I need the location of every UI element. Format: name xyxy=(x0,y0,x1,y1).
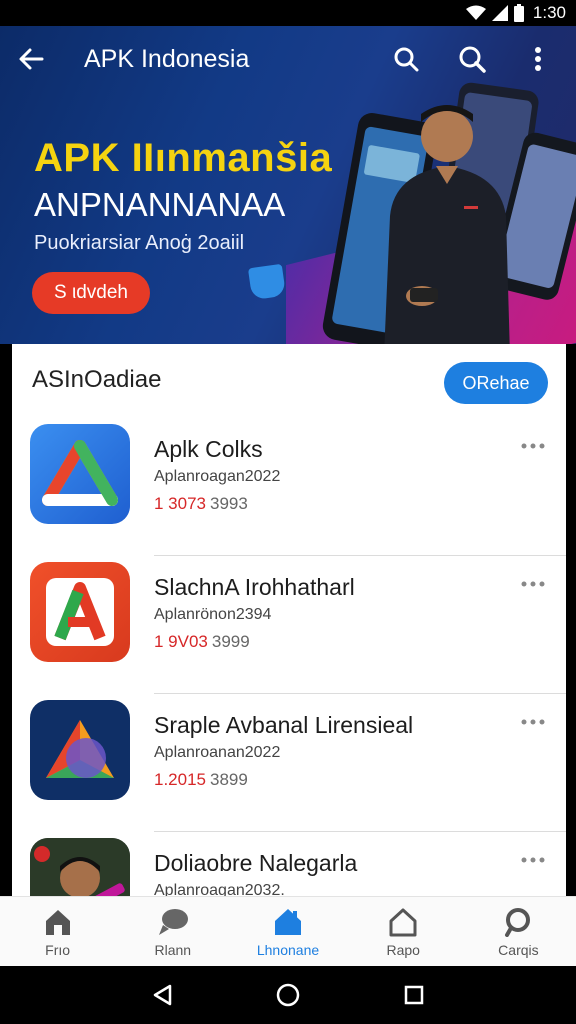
more-horizontal-icon xyxy=(521,719,545,725)
hero-tagline: Puokriarsiar Anoġ 2oaiil xyxy=(34,232,245,254)
hero-subtitle: ANPNANNANAA xyxy=(34,186,286,223)
wifi-icon xyxy=(465,5,486,20)
hero-banner: APK Indonesia APK IIınmanšia ANPNANNANAA… xyxy=(0,26,576,344)
app-name: SlachnA Irohhatharl xyxy=(154,574,355,600)
bottom-navigation: Frıo Rlann Lhnonane Rapo Carqis xyxy=(0,896,576,966)
back-button[interactable] xyxy=(0,26,62,92)
more-horizontal-button[interactable] xyxy=(516,710,550,734)
nav-item-search[interactable]: Carqis xyxy=(461,897,576,966)
app-count: 3999 xyxy=(211,632,250,651)
app-subtitle: Aplanroagan2022 xyxy=(154,468,281,485)
more-horizontal-icon xyxy=(521,443,545,449)
app-bar-actions xyxy=(380,33,576,85)
home-icon xyxy=(42,906,74,938)
house-outline-icon xyxy=(387,906,419,938)
nav-label: Lhnonane xyxy=(256,941,320,958)
list-item[interactable]: Aplk Colks Aplanroagan2022 1 3073 3993 xyxy=(12,418,566,556)
app-stats: 1.2015 3899 xyxy=(154,770,248,790)
app-count: 3899 xyxy=(210,770,248,789)
section-header: ASInOadiae ORehae xyxy=(12,344,566,418)
signal-icon xyxy=(491,5,508,21)
colorful-triangle-icon xyxy=(30,700,130,800)
chat-bubble-icon xyxy=(157,906,189,938)
red-a-letter-icon xyxy=(30,562,130,662)
app-rank: 1 9V03 xyxy=(154,632,208,651)
recents-square-icon[interactable] xyxy=(403,984,425,1006)
search-icon xyxy=(394,47,419,72)
status-bar: 1:30 xyxy=(0,0,576,26)
nav-item-house[interactable]: Rapo xyxy=(346,897,461,966)
back-triangle-icon[interactable] xyxy=(151,983,173,1007)
more-horizontal-button[interactable] xyxy=(516,848,550,872)
app-list-panel: ASInOadiae ORehae Aplk Colks Aplanroagan… xyxy=(12,344,566,938)
status-icons xyxy=(465,4,525,22)
drive-triangle-icon xyxy=(30,424,130,524)
hero-cta-button[interactable]: S ιdvdeh xyxy=(32,272,150,314)
more-vertical-icon xyxy=(535,47,541,71)
app-stats: 1 3073 3993 xyxy=(154,494,248,514)
app-stats: 1 9V03 3999 xyxy=(154,632,250,652)
app-name: Aplk Colks xyxy=(154,436,263,462)
app-subtitle: Aplanrönon2394 xyxy=(154,606,272,623)
nav-label: Rapo xyxy=(386,941,420,958)
search-bubble-icon xyxy=(502,906,534,938)
nav-label: Rlann xyxy=(154,941,192,958)
battery-icon xyxy=(513,4,524,22)
more-options-button[interactable] xyxy=(512,33,564,85)
app-title: APK Indonesia xyxy=(84,44,250,73)
hero-title: APK IIınmanšia xyxy=(34,136,333,180)
hero-accent-chip xyxy=(247,263,287,301)
app-subtitle: Aplanroanan2022 xyxy=(154,744,281,761)
list-item[interactable]: SlachnA Irohhatharl Aplanrönon2394 1 9V0… xyxy=(12,556,566,694)
nav-item-home[interactable]: Frıo xyxy=(0,897,115,966)
search-alt-button[interactable] xyxy=(446,33,498,85)
status-time: 1:30 xyxy=(532,3,566,22)
nav-item-chat[interactable]: Rlann xyxy=(115,897,230,966)
app-name: Sraple Avbanal Lirensieal xyxy=(154,712,414,738)
app-rank: 1 3073 xyxy=(154,494,206,513)
section-title: ASInOadiae xyxy=(32,366,162,393)
hero-illustration-icon xyxy=(322,82,576,344)
back-arrow-icon xyxy=(19,48,44,70)
more-horizontal-icon xyxy=(521,581,545,587)
home-circle-icon[interactable] xyxy=(275,982,301,1008)
app-name: Doliaobre Nalegarla xyxy=(154,850,358,876)
nav-label: Carqis xyxy=(498,941,539,958)
system-navigation-bar xyxy=(0,966,576,1024)
app-rank: 1.2015 xyxy=(154,770,206,789)
more-horizontal-icon xyxy=(521,857,545,863)
more-horizontal-button[interactable] xyxy=(516,572,550,596)
search-button[interactable] xyxy=(380,33,432,85)
nav-label: Frıo xyxy=(45,941,71,958)
app-count: 3993 xyxy=(210,494,248,513)
home-filled-icon xyxy=(272,906,304,938)
more-horizontal-button[interactable] xyxy=(516,434,550,458)
nav-item-active[interactable]: Lhnonane xyxy=(230,897,345,966)
section-action-button[interactable]: ORehae xyxy=(444,362,548,404)
search-alt-icon xyxy=(459,46,486,73)
app-bar: APK Indonesia xyxy=(0,26,576,92)
list-item[interactable]: Sraple Avbanal Lirensieal Aplanroanan202… xyxy=(12,694,566,832)
